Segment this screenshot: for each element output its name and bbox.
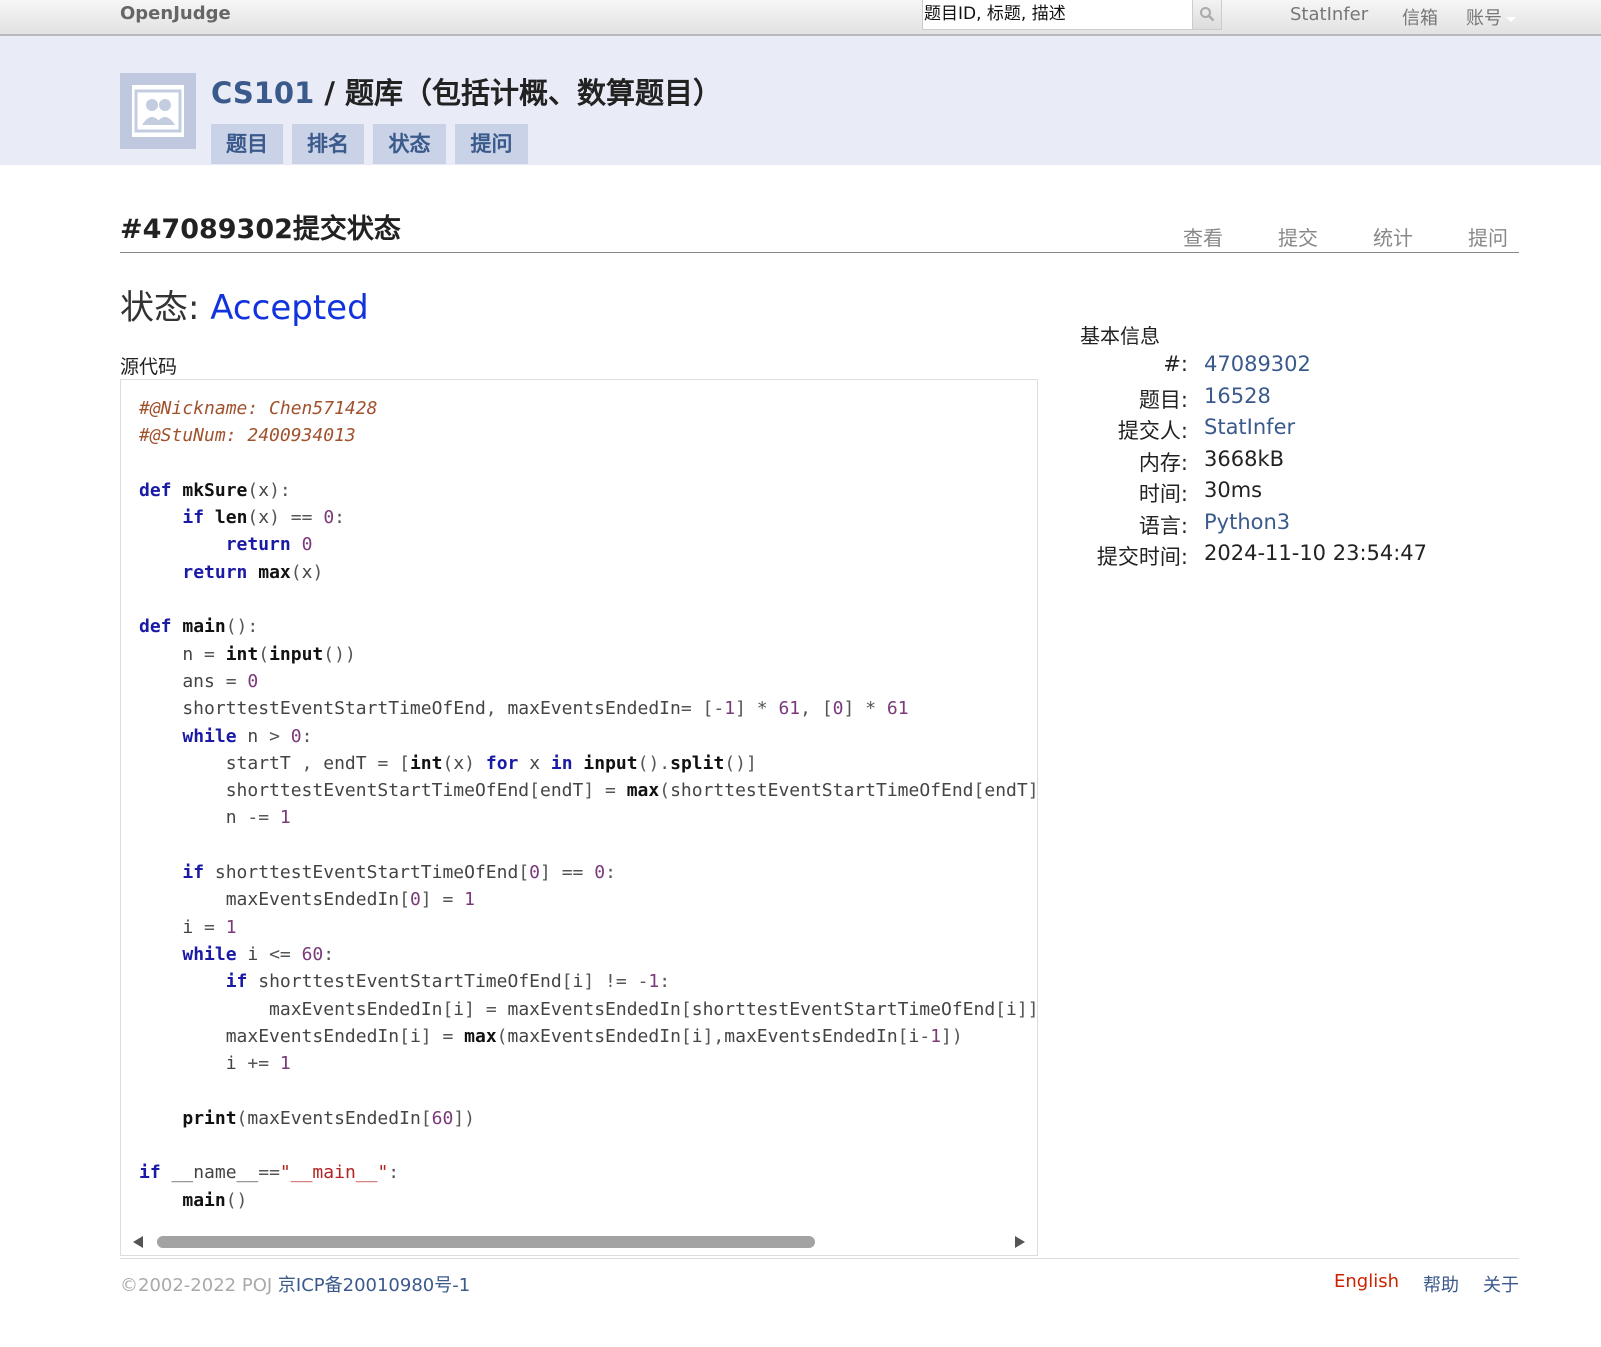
top-navbar: OpenJudge StatInfer 信箱 账号 <box>0 0 1601 36</box>
scroll-right-icon[interactable] <box>1015 1236 1025 1248</box>
info-row-submit-time: 提交时间: 2024-11-10 23:54:47 <box>1060 541 1540 572</box>
submitter-link[interactable]: StatInfer <box>1204 415 1295 439</box>
title-divider <box>120 252 1519 253</box>
statistics-link[interactable]: 统计 <box>1373 222 1413 251</box>
code-line: #@Nickname: Chen571428 <box>139 398 378 419</box>
info-row-id: #: 47089302 <box>1060 352 1540 383</box>
source-code: #@Nickname: Chen571428 #@StuNum: 2400934… <box>139 395 1038 1214</box>
account-menu[interactable]: 账号 <box>1466 4 1516 30</box>
code-line: if __name__=="__main__": <box>139 1162 400 1184</box>
chevron-down-icon <box>1506 16 1516 22</box>
code-line: #@StuNum: 2400934013 <box>139 425 356 447</box>
tab-problems[interactable]: 题目 <box>211 124 283 164</box>
info-label: #: <box>1163 352 1188 376</box>
code-line: i += 1 <box>139 1053 291 1075</box>
source-code-panel[interactable]: #@Nickname: Chen571428 #@StuNum: 2400934… <box>120 379 1038 1256</box>
footer-divider <box>120 1258 1519 1259</box>
language-link[interactable]: Python3 <box>1204 510 1290 534</box>
copyright: ©2002-2022 POJ 京ICP备20010980号-1 <box>120 1271 470 1297</box>
search-icon <box>1200 7 1215 22</box>
code-line: if shorttestEventStartTimeOfEnd[i] != -1… <box>225 971 671 993</box>
code-line: n = int(input()) <box>139 643 356 665</box>
code-line: while i <= 60: <box>182 943 335 965</box>
icp-link[interactable]: 京ICP备20010980号-1 <box>278 1275 470 1296</box>
code-line: startT , endT = [int(x) for x in input()… <box>139 752 757 774</box>
account-label: 账号 <box>1466 8 1502 29</box>
submit-time-value: 2024-11-10 23:54:47 <box>1204 541 1428 565</box>
code-line: maxEventsEndedIn[i] = max(maxEventsEnded… <box>139 1025 963 1047</box>
scroll-left-icon[interactable] <box>133 1236 143 1248</box>
tab-ranking[interactable]: 排名 <box>292 124 364 164</box>
search-button[interactable] <box>1192 0 1221 29</box>
code-line: def mkSure(x): <box>139 479 291 501</box>
language-switch-link[interactable]: English <box>1334 1271 1399 1292</box>
info-row-memory: 内存: 3668kB <box>1060 447 1540 478</box>
copyright-text: ©2002-2022 POJ <box>120 1275 278 1296</box>
code-line: while n > 0: <box>182 725 313 747</box>
search-input[interactable] <box>923 0 1196 28</box>
problem-id-link[interactable]: 16528 <box>1204 384 1271 408</box>
submit-link[interactable]: 提交 <box>1278 222 1318 251</box>
submission-status: 状态: Accepted <box>120 280 369 329</box>
status-label: 状态: <box>120 288 211 328</box>
mailbox-link[interactable]: 信箱 <box>1402 4 1438 30</box>
search-box <box>922 0 1222 30</box>
group-avatar <box>120 73 196 149</box>
scrollbar-thumb[interactable] <box>157 1236 815 1248</box>
brand-logo-link[interactable]: OpenJudge <box>120 3 231 24</box>
code-line: ans = 0 <box>139 670 259 692</box>
tab-questions[interactable]: 提问 <box>455 124 528 164</box>
info-label: 提交时间: <box>1096 545 1188 569</box>
view-link[interactable]: 查看 <box>1183 222 1223 251</box>
info-label: 时间: <box>1138 482 1188 506</box>
horizontal-scrollbar[interactable] <box>121 1229 1037 1255</box>
code-line: if len(x) == 0: <box>182 507 345 529</box>
info-label: 内存: <box>1138 451 1188 475</box>
info-row-language: 语言: Python3 <box>1060 510 1540 541</box>
code-line: return 0 <box>225 534 313 556</box>
code-line: print(maxEventsEndedIn[60]) <box>182 1107 475 1129</box>
code-line: return max(x) <box>182 561 324 583</box>
code-line: shorttestEventStartTimeOfEnd, maxEventsE… <box>139 698 909 720</box>
course-name-link[interactable]: CS101 <box>211 76 314 110</box>
course-subtitle: 题库（包括计概、数算题目） <box>345 76 723 110</box>
code-line: maxEventsEndedIn[0] = 1 <box>139 889 475 911</box>
code-line: maxEventsEndedIn[i] = maxEventsEndedIn[s… <box>139 998 1038 1020</box>
info-row-time: 时间: 30ms <box>1060 478 1540 509</box>
code-line: i = 1 <box>139 916 237 938</box>
code-line: main() <box>182 1189 248 1211</box>
course-separator: / <box>314 76 346 110</box>
memory-value: 3668kB <box>1204 447 1285 471</box>
basic-info-heading: 基本信息 <box>1080 324 1160 348</box>
info-label: 语言: <box>1138 514 1188 538</box>
code-line: def main(): <box>139 616 259 638</box>
code-line: n -= 1 <box>139 807 291 829</box>
submission-id-link[interactable]: 47089302 <box>1204 352 1311 376</box>
info-row-problem: 题目: 16528 <box>1060 384 1540 415</box>
about-link[interactable]: 关于 <box>1483 1271 1519 1297</box>
status-verdict: Accepted <box>210 288 369 328</box>
code-line: shorttestEventStartTimeOfEnd[endT] = max… <box>139 780 1038 802</box>
info-label: 题目: <box>1138 388 1188 412</box>
code-line: if shorttestEventStartTimeOfEnd[0] == 0: <box>182 862 616 884</box>
group-icon <box>132 85 184 137</box>
user-link[interactable]: StatInfer <box>1290 4 1368 25</box>
tab-status[interactable]: 状态 <box>373 124 446 164</box>
course-title: CS101 / 题库（包括计概、数算题目） <box>211 70 722 112</box>
info-label: 提交人: <box>1117 419 1188 443</box>
info-row-submitter: 提交人: StatInfer <box>1060 415 1540 446</box>
help-link[interactable]: 帮助 <box>1423 1271 1459 1297</box>
page-title: #47089302提交状态 <box>120 214 401 245</box>
source-code-label: 源代码 <box>120 356 178 378</box>
time-value: 30ms <box>1204 478 1263 502</box>
ask-link[interactable]: 提问 <box>1468 222 1508 251</box>
